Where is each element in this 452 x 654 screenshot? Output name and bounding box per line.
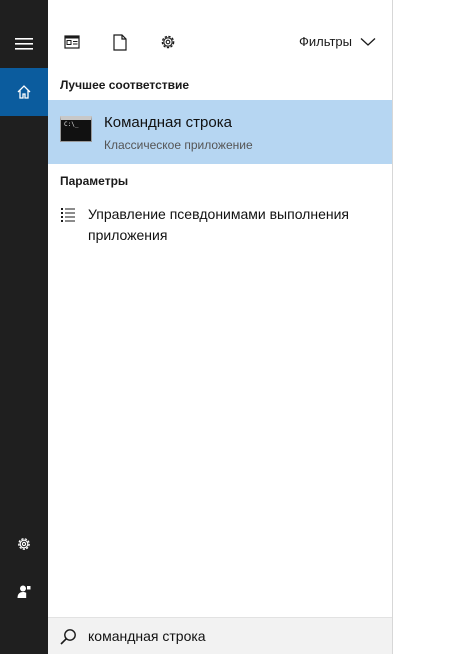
start-search-window: Фильтры Лучшее соответствие C:\_ Командн… xyxy=(0,0,393,654)
settings-button[interactable] xyxy=(0,520,48,568)
user-button[interactable] xyxy=(0,568,48,616)
hamburger-menu-button[interactable] xyxy=(0,20,48,68)
user-icon xyxy=(17,585,31,598)
apps-filter-button[interactable] xyxy=(60,30,84,54)
best-match-result[interactable]: C:\_ Командная строка Классическое прило… xyxy=(48,100,392,164)
search-input[interactable] xyxy=(88,625,378,647)
documents-filter-button[interactable] xyxy=(108,30,132,54)
best-match-title: Командная строка xyxy=(104,114,232,131)
filters-label: Фильтры xyxy=(298,34,352,49)
home-button[interactable] xyxy=(0,68,48,116)
chevron-down-icon xyxy=(360,37,376,46)
gear-icon xyxy=(161,35,175,49)
settings-filter-button[interactable] xyxy=(156,30,180,54)
best-match-heading: Лучшее соответствие xyxy=(60,78,190,92)
command-prompt-icon-text: C:\_ xyxy=(64,121,79,128)
setting-result-app-execution-aliases[interactable]: Управление псевдонимами выполнения прило… xyxy=(48,204,392,248)
setting-result-label: Управление псевдонимами выполнения прило… xyxy=(88,206,349,243)
filters-dropdown[interactable]: Фильтры xyxy=(299,34,376,49)
settings-heading: Параметры xyxy=(60,174,129,188)
document-view-icon xyxy=(64,35,80,49)
hamburger-menu-icon xyxy=(15,38,33,50)
toolbar: Фильтры xyxy=(48,0,392,68)
search-bar xyxy=(48,617,392,654)
home-icon xyxy=(17,85,31,99)
best-match-subtitle: Классическое приложение xyxy=(104,138,253,152)
file-icon xyxy=(113,33,127,51)
left-rail xyxy=(0,0,48,654)
command-prompt-icon: C:\_ xyxy=(60,116,92,142)
gear-icon xyxy=(18,538,30,550)
search-results-panel: Фильтры Лучшее соответствие C:\_ Командн… xyxy=(48,0,392,654)
list-settings-icon xyxy=(61,208,75,222)
search-icon xyxy=(60,629,76,645)
